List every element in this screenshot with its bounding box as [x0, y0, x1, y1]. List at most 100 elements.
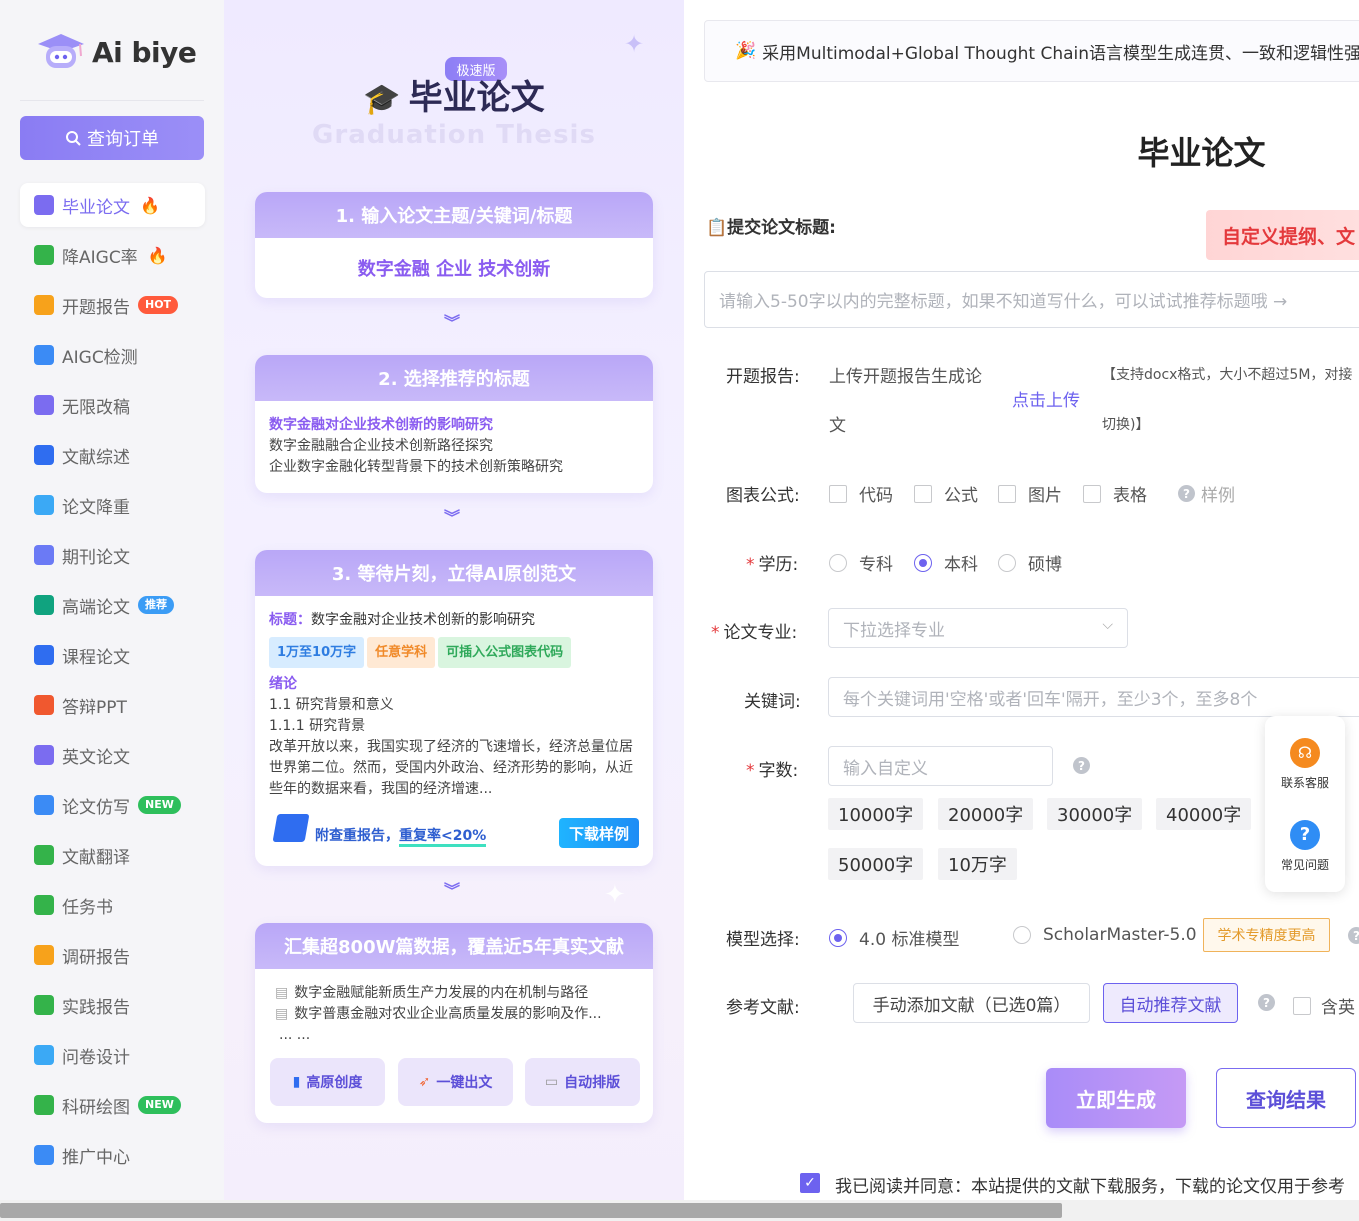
survey-icon [34, 945, 54, 965]
scrollbar-thumb[interactable] [0, 1203, 1062, 1218]
sample-link[interactable]: ? 样例 [1178, 481, 1235, 506]
notebook-icon [34, 645, 54, 665]
faq[interactable]: ? 常见问题 [1265, 820, 1345, 873]
major-select[interactable]: 下拉选择专业 ⌵ [828, 608, 1128, 648]
manual-refs-button[interactable]: 手动添加文献（已选0篇） [853, 983, 1090, 1023]
sidebar-item[interactable]: 开题报告 HOT [20, 283, 205, 327]
wordcount-chip[interactable]: 10万字 [938, 848, 1017, 880]
ai-detect-icon [34, 345, 54, 365]
upload-hint-2: 切换)】 [1102, 417, 1150, 433]
sidebar-item[interactable]: 调研报告 [20, 933, 205, 977]
sidebar-item[interactable]: 期刊论文 [20, 533, 205, 577]
sidebar-item[interactable]: 高端论文 推荐 [20, 583, 205, 627]
sidebar-item-label: AIGC检测 [62, 347, 138, 368]
english-option[interactable]: 含英 [1293, 993, 1355, 1018]
title-input[interactable]: 请输入5-50字以内的完整标题，如果不知道写什么，可以试试推荐标题哦 → [704, 271, 1359, 328]
image-icon [34, 1095, 54, 1115]
question-icon[interactable]: ? [1073, 757, 1090, 774]
option-image[interactable]: 图片 [998, 481, 1062, 506]
radio[interactable] [998, 553, 1016, 572]
sidebar-item[interactable]: 论文降重 [20, 483, 205, 527]
sample-title-label: 标题： [269, 612, 311, 628]
literature-ellipsis: ... ... [279, 1027, 311, 1043]
step2-head: 2. 选择推荐的标题 [255, 355, 653, 401]
sidebar-item-label: 期刊论文 [62, 547, 130, 568]
checkbox[interactable] [829, 484, 847, 503]
feature-label: 自动排版 [564, 1075, 621, 1091]
query-result-button[interactable]: 查询结果 [1216, 1068, 1356, 1128]
chevron-down-icon: ︾ [444, 881, 461, 900]
option-table[interactable]: 表格 [1083, 481, 1147, 506]
wordcount-chip[interactable]: 40000字 [1156, 798, 1252, 830]
notice-text: 采用Multimodal+Global Thought Chain语言模型生成连… [762, 43, 1359, 64]
sidebar-item[interactable]: 答辩PPT [20, 683, 205, 727]
sidebar-item[interactable]: 任务书 [20, 883, 205, 927]
checkbox[interactable] [998, 484, 1016, 503]
sidebar-item[interactable]: 文献翻译 [20, 833, 205, 877]
checkbox[interactable] [1083, 484, 1101, 503]
wordcount-input[interactable]: 输入自定义 [828, 746, 1053, 786]
checkbox[interactable] [914, 484, 932, 503]
sidebar-item-label: 论文仿写 [62, 797, 130, 818]
model-option-standard[interactable]: 4.0 标准模型 [829, 925, 959, 950]
sidebar-item[interactable]: 毕业论文 🔥 [20, 183, 205, 227]
sidebar-item[interactable]: 降AIGC率 🔥 [20, 233, 205, 277]
upload-link[interactable]: 点击上传 [1012, 386, 1080, 411]
sidebar-item[interactable]: 课程论文 [20, 633, 205, 677]
chevron-down-icon: ︾ [444, 508, 461, 527]
option-label: 表格 [1113, 486, 1147, 506]
floating-help-panel: ☊ 联系客服 ? 常见问题 [1265, 716, 1345, 892]
search-icon [66, 131, 81, 146]
radio[interactable] [1013, 926, 1031, 944]
agreement-checkbox[interactable]: ✓ [800, 1173, 820, 1193]
model-label: 模型选择: [726, 930, 800, 950]
auto-refs-button[interactable]: 自动推荐文献 [1103, 983, 1238, 1023]
wordcount-chip[interactable]: 50000字 [828, 848, 924, 880]
option-formula[interactable]: 公式 [914, 481, 978, 506]
question-icon[interactable]: ? [1348, 927, 1359, 944]
edu-option-graduate[interactable]: 硕博 [998, 550, 1062, 575]
sidebar-item-label: 毕业论文 [62, 197, 130, 218]
sidebar-item[interactable]: 推广中心 [20, 1133, 205, 1177]
recommended-title[interactable]: 企业数字金融化转型背景下的技术创新策略研究 [269, 457, 639, 478]
step3-body: 标题：数字金融对企业技术创新的影响研究 1万至10万字 任意学科 可插入公式图表代码… [255, 596, 653, 800]
wordcount-chip[interactable]: 30000字 [1047, 798, 1143, 830]
edu-option-junior[interactable]: 专科 [829, 550, 893, 575]
sidebar-item[interactable]: AIGC检测 [20, 333, 205, 377]
recommended-title[interactable]: 数字金融对企业技术创新的影响研究 [269, 415, 639, 436]
radio-selected[interactable] [829, 928, 847, 947]
report-icon [34, 295, 54, 315]
education-label: * 学历: [746, 555, 799, 575]
sidebar-item[interactable]: 论文仿写 NEW [20, 783, 205, 827]
logo[interactable]: Ai biye [34, 30, 197, 74]
generate-button[interactable]: 立即生成 [1046, 1068, 1186, 1128]
sidebar-item[interactable]: 文献综述 [20, 433, 205, 477]
download-sample-button[interactable]: 下载样例 [559, 818, 639, 848]
recommended-title[interactable]: 数字金融融合企业技术创新路径探究 [269, 436, 639, 457]
sidebar-item[interactable]: 问卷设计 [20, 1033, 205, 1077]
wordcount-chip[interactable]: 10000字 [828, 798, 924, 830]
feature-label: 高原创度 [306, 1075, 363, 1091]
checkbox[interactable] [1293, 996, 1311, 1015]
custom-outline-button[interactable]: 自定义提纲、文 [1206, 210, 1359, 260]
send-icon [34, 1145, 54, 1165]
model-option-scholar[interactable]: ScholarMaster-5.0 [1013, 925, 1197, 945]
contact-service[interactable]: ☊ 联系客服 [1265, 738, 1345, 791]
keywords-input[interactable]: 每个关键词用'空格'或者'回车'隔开，至少3个，至多8个 [828, 677, 1359, 717]
query-order-button[interactable]: 查询订单 [20, 116, 204, 160]
sidebar-item[interactable]: 英文论文 [20, 733, 205, 777]
step2-card: 2. 选择推荐的标题 数字金融对企业技术创新的影响研究 数字金融融合企业技术创新… [255, 355, 653, 493]
sidebar-item-label: 文献综述 [62, 447, 130, 468]
radio-selected[interactable] [914, 553, 932, 572]
option-code[interactable]: 代码 [829, 481, 893, 506]
sample-label: 样例 [1201, 486, 1235, 506]
sidebar-item[interactable]: 科研绘图 NEW [20, 1083, 205, 1127]
option-label: 图片 [1028, 486, 1062, 506]
wordcount-chip[interactable]: 20000字 [938, 798, 1034, 830]
feature-one-click: ➶ 一键出文 [398, 1058, 513, 1106]
sidebar-item[interactable]: 实践报告 [20, 983, 205, 1027]
radio[interactable] [829, 553, 847, 572]
sidebar-item[interactable]: 无限改稿 [20, 383, 205, 427]
edu-option-bachelor[interactable]: 本科 [914, 550, 978, 575]
question-icon[interactable]: ? [1258, 994, 1275, 1011]
